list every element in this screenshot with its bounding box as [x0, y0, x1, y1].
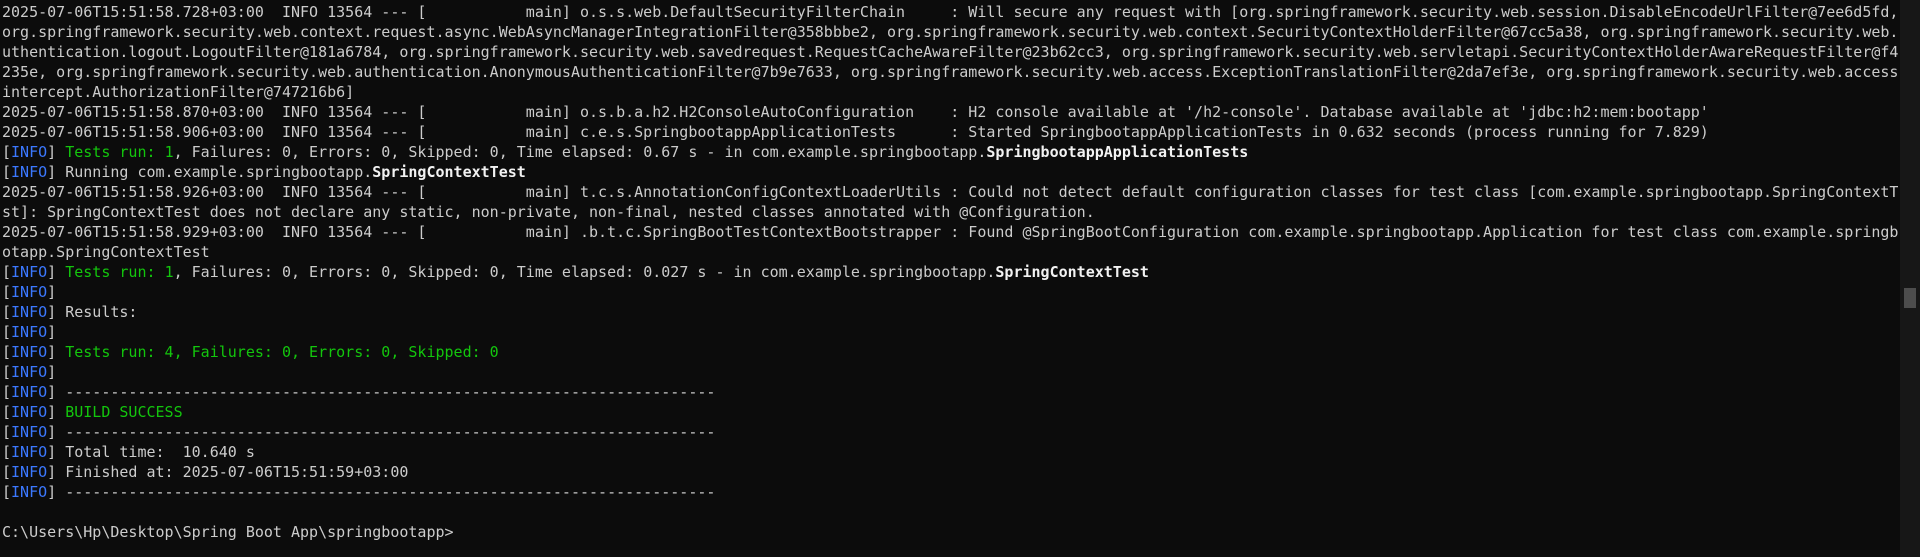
- terminal-line: [INFO] Tests run: 4, Failures: 0, Errors…: [2, 342, 1898, 362]
- terminal-line: 2025-07-06T15:51:58.929+03:00 INFO 13564…: [2, 222, 1898, 242]
- log-text: uthentication.logout.LogoutFilter@181a67…: [2, 43, 1898, 61]
- terminal-line: [INFO]: [2, 362, 1898, 382]
- log-level-info: INFO: [11, 303, 48, 321]
- terminal-line: [INFO] Results:: [2, 302, 1898, 322]
- log-text: 2025-07-06T15:51:58.926+03:00 INFO 13564…: [2, 183, 1898, 201]
- log-text: [: [2, 403, 12, 421]
- log-text: [: [2, 423, 12, 441]
- test-class-name: SpringContextTest: [995, 263, 1149, 281]
- log-text: ]: [47, 323, 57, 341]
- log-text: 235e, org.springframework.security.web.a…: [2, 63, 1898, 81]
- log-text: [: [2, 483, 12, 501]
- log-text: ]: [47, 403, 66, 421]
- log-text: ] Finished at: 2025-07-06T15:51:59+03:00: [47, 463, 409, 481]
- terminal-line: [INFO] Finished at: 2025-07-06T15:51:59+…: [2, 462, 1898, 482]
- log-level-info: INFO: [11, 443, 48, 461]
- log-text: [: [2, 463, 12, 481]
- terminal-line: 2025-07-06T15:51:58.870+03:00 INFO 13564…: [2, 102, 1898, 122]
- terminal-window[interactable]: 2025-07-06T15:51:58.728+03:00 INFO 13564…: [0, 0, 1900, 557]
- log-text: [: [2, 443, 12, 461]
- terminal-line: [INFO]: [2, 282, 1898, 302]
- log-level-info: INFO: [11, 423, 48, 441]
- log-level-info: INFO: [11, 263, 48, 281]
- log-text: ] Total time: 10.640 s: [47, 443, 255, 461]
- log-level-info: INFO: [11, 343, 48, 361]
- log-text: 2025-07-06T15:51:58.728+03:00 INFO 13564…: [2, 3, 1898, 21]
- log-text: , Failures: 0, Errors: 0, Skipped: 0, Ti…: [173, 143, 987, 161]
- terminal-line: intercept.AuthorizationFilter@747216b6]: [2, 82, 1898, 102]
- terminal-line: [INFO] Running com.example.springbootapp…: [2, 162, 1898, 182]
- terminal-line: [INFO] BUILD SUCCESS: [2, 402, 1898, 422]
- terminal-line: [INFO] ---------------------------------…: [2, 382, 1898, 402]
- terminal-line: 2025-07-06T15:51:58.728+03:00 INFO 13564…: [2, 2, 1898, 22]
- scrollbar-thumb[interactable]: [1904, 288, 1916, 308]
- log-text: [: [2, 283, 12, 301]
- log-level-info: INFO: [11, 163, 48, 181]
- log-text: [: [2, 263, 12, 281]
- log-text: intercept.AuthorizationFilter@747216b6]: [2, 83, 355, 101]
- log-level-info: INFO: [11, 463, 48, 481]
- log-text: [: [2, 383, 12, 401]
- log-text: ]: [47, 263, 66, 281]
- log-text: [: [2, 343, 12, 361]
- terminal-line: [INFO] ---------------------------------…: [2, 422, 1898, 442]
- log-text: ] Results:: [47, 303, 138, 321]
- log-text: otapp.SpringContextTest: [2, 243, 210, 261]
- log-text: st]: SpringContextTest does not declare …: [2, 203, 1095, 221]
- log-text: ]: [47, 283, 57, 301]
- log-level-info: INFO: [11, 143, 48, 161]
- log-level-info: INFO: [11, 383, 48, 401]
- test-summary-text: Tests run: 4, Failures: 0, Errors: 0, Sk…: [65, 343, 499, 361]
- terminal-line: [INFO] Tests run: 1, Failures: 0, Errors…: [2, 262, 1898, 282]
- test-summary-text: Tests run:: [65, 263, 165, 281]
- log-level-info: INFO: [11, 363, 48, 381]
- log-level-info: INFO: [11, 483, 48, 501]
- log-level-info: INFO: [11, 403, 48, 421]
- test-count-text: 1: [164, 143, 174, 161]
- log-text: org.springframework.security.web.context…: [2, 23, 1898, 41]
- log-text: , Failures: 0, Errors: 0, Skipped: 0, Ti…: [173, 263, 996, 281]
- test-summary-text: Tests run:: [65, 143, 165, 161]
- log-text: ] --------------------------------------…: [47, 423, 716, 441]
- log-text: ]: [47, 143, 66, 161]
- test-class-name: SpringContextTest: [372, 163, 526, 181]
- terminal-line: 2025-07-06T15:51:58.926+03:00 INFO 13564…: [2, 182, 1898, 202]
- test-count-text: 1: [164, 263, 174, 281]
- test-summary-text: BUILD SUCCESS: [65, 403, 183, 421]
- terminal-line: st]: SpringContextTest does not declare …: [2, 202, 1898, 222]
- log-level-info: INFO: [11, 283, 48, 301]
- vertical-scrollbar[interactable]: [1900, 0, 1920, 557]
- log-text: [: [2, 163, 12, 181]
- log-text: ] --------------------------------------…: [47, 383, 716, 401]
- log-text: [: [2, 363, 12, 381]
- log-text: ] --------------------------------------…: [47, 483, 716, 501]
- log-text: 2025-07-06T15:51:58.906+03:00 INFO 13564…: [2, 123, 1709, 141]
- terminal-line: [INFO] Tests run: 1, Failures: 0, Errors…: [2, 142, 1898, 162]
- log-text: [: [2, 303, 12, 321]
- terminal-output: 2025-07-06T15:51:58.728+03:00 INFO 13564…: [2, 2, 1898, 542]
- terminal-line: [INFO] ---------------------------------…: [2, 482, 1898, 502]
- terminal-line: [INFO]: [2, 322, 1898, 342]
- terminal-line: uthentication.logout.LogoutFilter@181a67…: [2, 42, 1898, 62]
- log-text: ]: [47, 343, 66, 361]
- test-class-name: SpringbootappApplicationTests: [986, 143, 1249, 161]
- terminal-line: 2025-07-06T15:51:58.906+03:00 INFO 13564…: [2, 122, 1898, 142]
- command-prompt: C:\Users\Hp\Desktop\Spring Boot App\spri…: [2, 522, 1898, 542]
- log-text: 2025-07-06T15:51:58.870+03:00 INFO 13564…: [2, 103, 1709, 121]
- terminal-line: 235e, org.springframework.security.web.a…: [2, 62, 1898, 82]
- log-text: C:\Users\Hp\Desktop\Spring Boot App\spri…: [2, 523, 454, 541]
- terminal-line: org.springframework.security.web.context…: [2, 22, 1898, 42]
- log-text: [: [2, 143, 12, 161]
- log-text: ] Running com.example.springbootapp.: [47, 163, 373, 181]
- terminal-line: [INFO] Total time: 10.640 s: [2, 442, 1898, 462]
- log-level-info: INFO: [11, 323, 48, 341]
- log-text: ]: [47, 363, 57, 381]
- log-text: [: [2, 323, 12, 341]
- log-text: 2025-07-06T15:51:58.929+03:00 INFO 13564…: [2, 223, 1898, 241]
- terminal-line: otapp.SpringContextTest: [2, 242, 1898, 262]
